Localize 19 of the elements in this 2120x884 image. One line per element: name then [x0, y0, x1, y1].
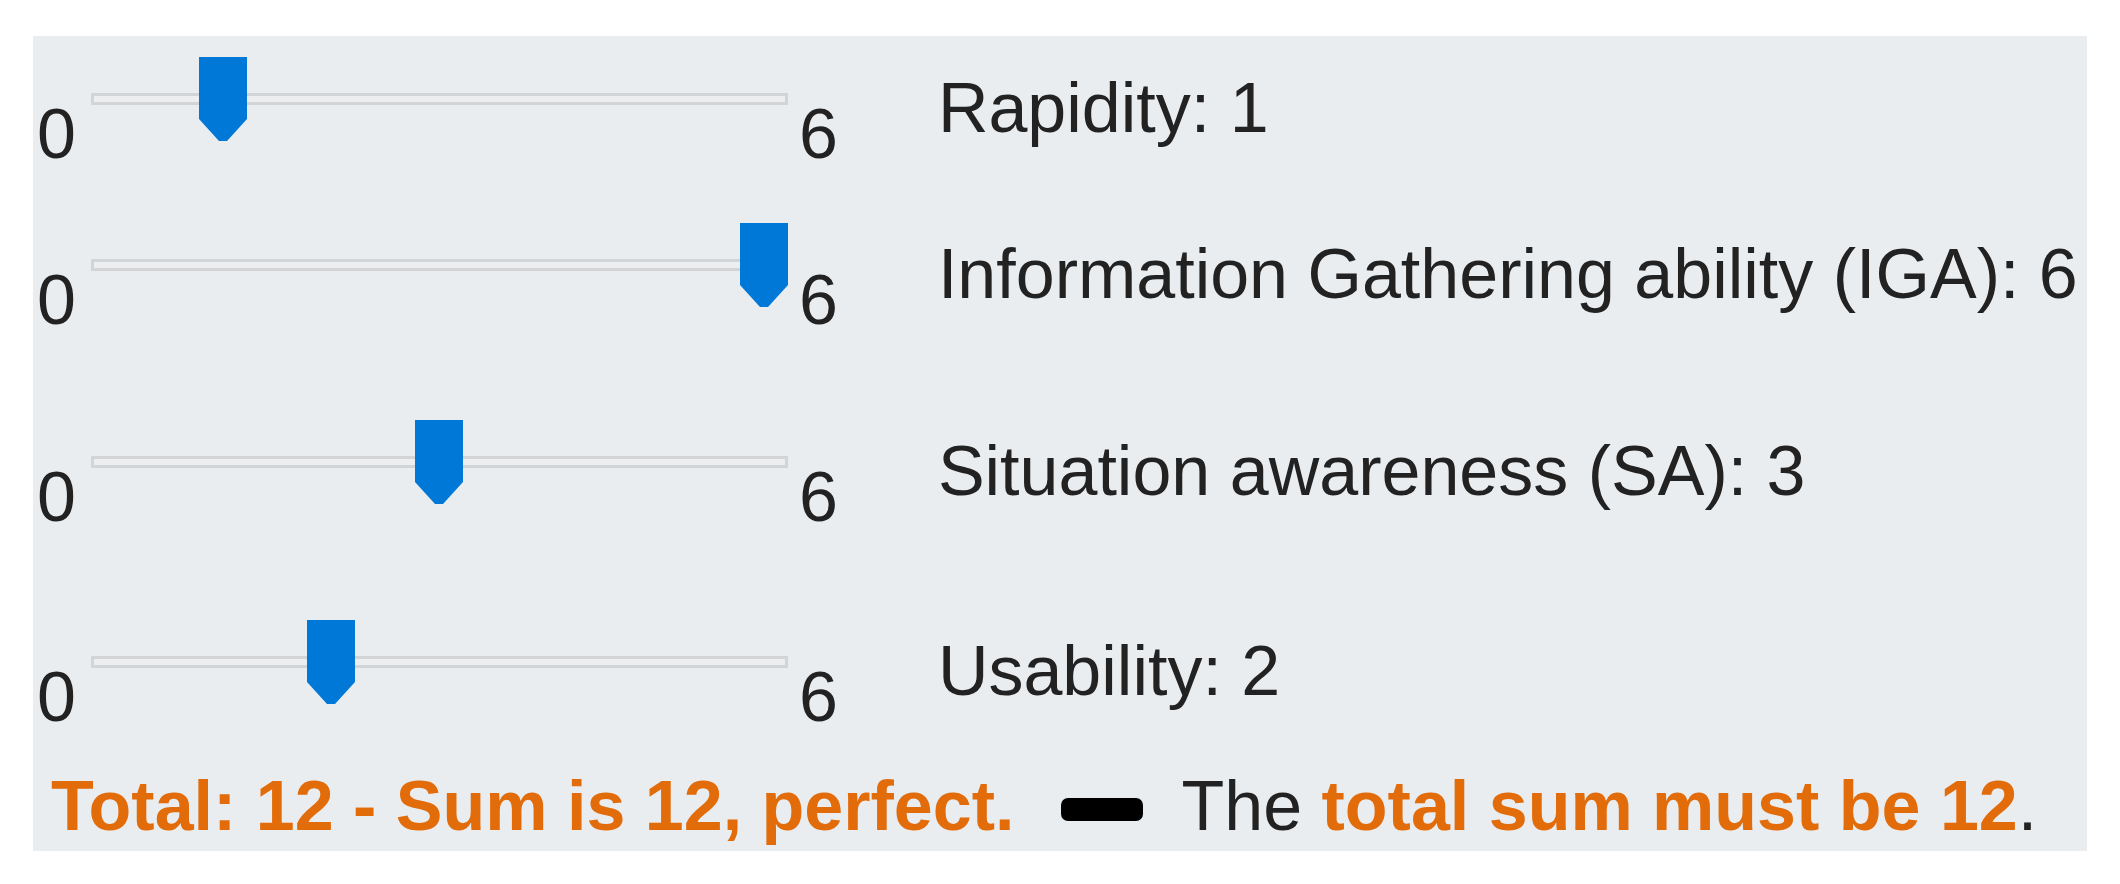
max-label: 6: [798, 94, 838, 174]
slider-thumb[interactable]: [739, 223, 788, 307]
slider-label: Usability: 2: [937, 631, 1281, 711]
max-label: 6: [798, 260, 838, 340]
slider-thumb[interactable]: [307, 620, 356, 704]
total-status: Total: 12 - Sum is 12, perfect.: [51, 766, 1015, 846]
max-label: 6: [798, 457, 838, 537]
min-label: 0: [37, 260, 76, 340]
min-label: 0: [37, 94, 76, 174]
dash-icon: [1061, 798, 1144, 821]
max-label: 6: [798, 657, 838, 737]
rule-note: The total sum must be 12.: [1181, 766, 2038, 846]
slider-label: Rapidity: 1: [937, 68, 1269, 148]
slider-thumb[interactable]: [415, 420, 464, 504]
slider-label: Situation awareness (SA): 3: [937, 431, 1806, 511]
slider-thumb[interactable]: [199, 57, 248, 141]
slider-label: Information Gathering ability (IGA): 6: [937, 234, 2078, 314]
min-label: 0: [37, 657, 76, 737]
min-label: 0: [37, 457, 76, 537]
